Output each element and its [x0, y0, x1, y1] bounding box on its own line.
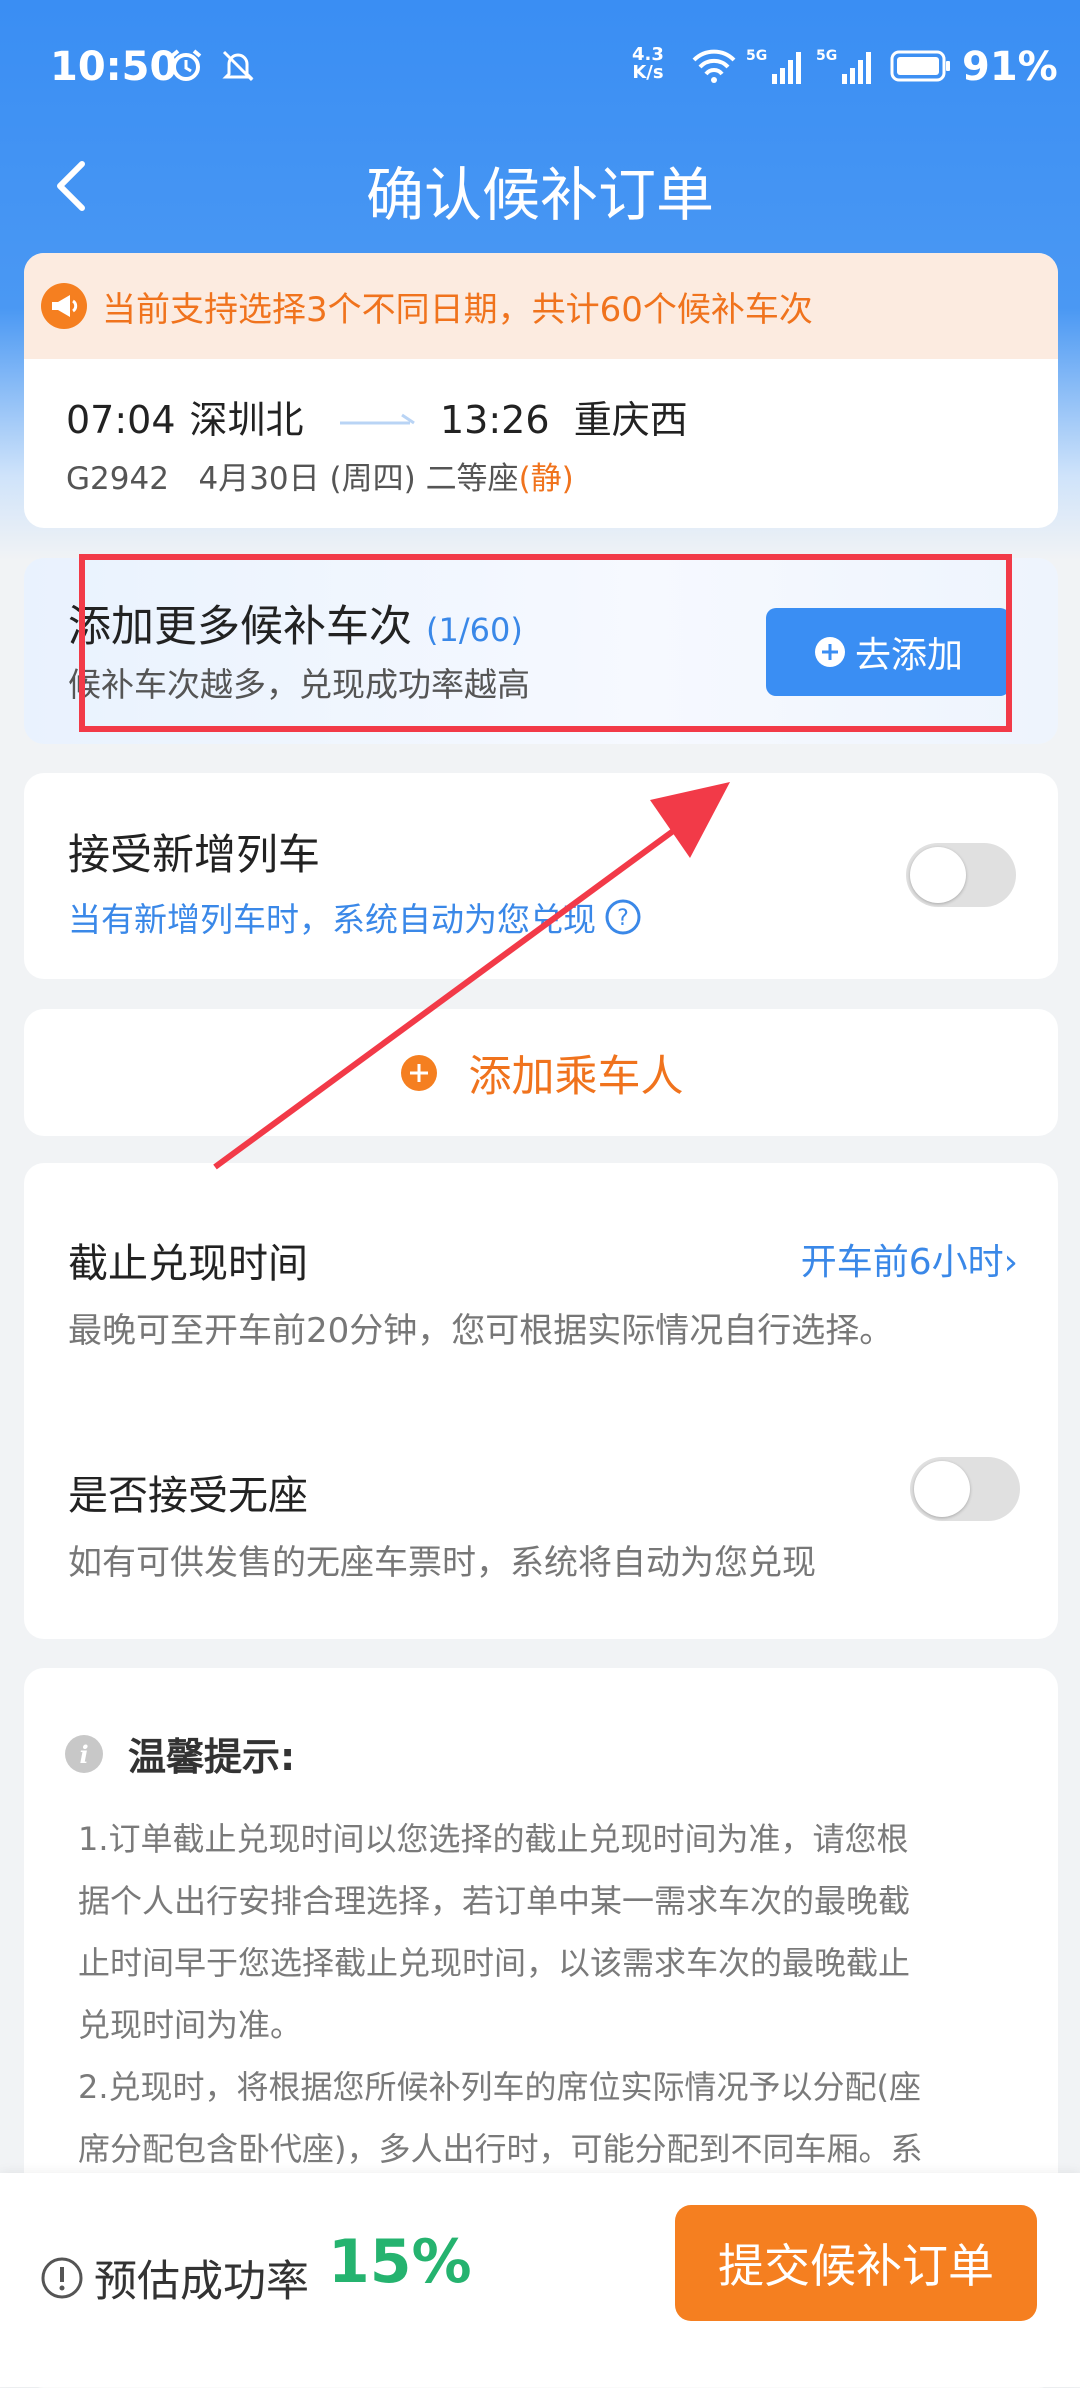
tips-line: 2.兑现时，将根据您所候补列车的席位实际情况予以分配(座 — [78, 2068, 922, 2106]
no-seat-label: 是否接受无座 — [68, 1473, 308, 1519]
tips-line: 据个人出行安排合理选择，若订单中某一需求车次的最晚截 — [78, 1882, 911, 1920]
battery-icon — [890, 50, 950, 82]
arrive-station: 重庆西 — [573, 398, 688, 442]
status-bar: 10:50 4.3 K/s 5G 5G 91% — [0, 0, 1080, 140]
no-seat-toggle[interactable] — [910, 1457, 1020, 1521]
deadline-card: 截止兑现时间 开车前6小时› 最晚可至开车前20分钟，您可根据实际情况自行选择。… — [24, 1163, 1058, 1639]
page-title: 确认候补订单 — [365, 161, 714, 229]
depart-station: 深圳北 — [189, 398, 304, 442]
svg-text:i: i — [79, 1740, 88, 1769]
toggle-knob — [914, 1461, 970, 1517]
deadline-desc: 最晚可至开车前20分钟，您可根据实际情况自行选择。 — [68, 1311, 894, 1351]
plus-circle-icon — [400, 1054, 437, 1091]
depart-info: 07:04 深圳北 — [66, 389, 318, 444]
signal-icon: 5G — [816, 48, 871, 84]
train-detail: G2942 4月30日 (周四) 二等座(静) — [66, 453, 574, 498]
alarm-icon — [170, 49, 202, 81]
seat-class: 二等座 — [425, 461, 519, 497]
submit-order-button[interactable]: 提交候补订单 — [675, 2205, 1037, 2321]
status-time: 10:50 — [50, 44, 178, 90]
trip-card: 当前支持选择3个不同日期，共计60个候补车次 07:04 深圳北 13:26 重庆… — [24, 253, 1058, 528]
net-speed: 4.3 K/s — [632, 44, 664, 83]
deadline-label: 截止兑现时间 — [68, 1241, 308, 1287]
deadline-selector[interactable]: 开车前6小时› — [801, 1233, 1018, 1285]
svg-text:5G: 5G — [746, 48, 767, 64]
accept-new-desc: 当有新增列车时，系统自动为您兑现 — [68, 900, 596, 939]
arrive-info: 13:26 重庆西 — [440, 389, 688, 444]
estimate: 预估成功率 — [40, 2247, 309, 2309]
arrive-time: 13:26 — [440, 398, 550, 442]
tips-body: 1.订单截止兑现时间以您选择的截止兑现时间为准，请您根 据个人出行安排合理选择，… — [78, 1808, 1018, 2180]
info-icon: i — [65, 1734, 103, 1773]
tips-line: 止时间早于您选择截止兑现时间，以该需求车次的最晚截止 — [78, 1944, 911, 1982]
accept-new-title: 接受新增列车 — [68, 830, 321, 879]
estimate-label: 预估成功率 — [94, 2257, 309, 2307]
megaphone-icon — [41, 283, 87, 329]
tips-line: 兑现时间为准。 — [78, 2006, 303, 2044]
tips-line: 席分配包含卧代座)，多人出行时，可能分配到不同车厢。系 — [78, 2130, 923, 2168]
app-header: 确认候补订单 — [0, 140, 1080, 230]
exclamation-circle-icon[interactable] — [40, 2256, 84, 2300]
tips-line: 1.订单截止兑现时间以您选择的截止兑现时间为准，请您根 — [78, 1820, 909, 1858]
add-passenger-button[interactable]: 添加乘车人 — [24, 1009, 1058, 1136]
route-arrow-icon — [340, 413, 415, 425]
battery-percent: 91% — [962, 44, 1058, 90]
depart-time: 07:04 — [66, 398, 176, 442]
deadline-value: 开车前6小时 — [800, 1242, 1004, 1283]
add-passenger-label: 添加乘车人 — [468, 1051, 684, 1102]
signal-icon: 5G — [746, 48, 801, 84]
notice-text: 当前支持选择3个不同日期，共计60个候补车次 — [102, 289, 813, 330]
svg-text:?: ? — [617, 906, 629, 931]
help-icon[interactable]: ? — [604, 898, 642, 936]
tips-title: 温馨提示: — [128, 1735, 296, 1779]
travel-date: 4月30日 (周四) — [198, 461, 416, 497]
accept-new-desc-row: 当有新增列车时，系统自动为您兑现 ? — [68, 893, 642, 941]
success-rate: 15% — [328, 2227, 472, 2297]
accept-new-toggle[interactable] — [906, 843, 1016, 907]
toggle-knob — [910, 847, 966, 903]
notice-banner: 当前支持选择3个不同日期，共计60个候补车次 — [24, 253, 1058, 359]
svg-text:5G: 5G — [816, 48, 837, 64]
bell-muted-icon — [222, 50, 254, 82]
seat-tag: (静) — [518, 461, 574, 497]
chevron-right-icon: › — [1003, 1242, 1018, 1283]
accept-new-trains-card: 接受新增列车 当有新增列车时，系统自动为您兑现 ? — [24, 773, 1058, 979]
wifi-icon — [692, 49, 736, 83]
tips-header: i 温馨提示: — [64, 1726, 295, 1781]
highlight-box — [79, 554, 1012, 732]
train-number: G2942 — [66, 461, 169, 497]
bottom-bar: 预估成功率 15% 提交候补订单 — [0, 2173, 1080, 2387]
no-seat-desc: 如有可供发售的无座车票时，系统将自动为您兑现 — [68, 1543, 816, 1583]
